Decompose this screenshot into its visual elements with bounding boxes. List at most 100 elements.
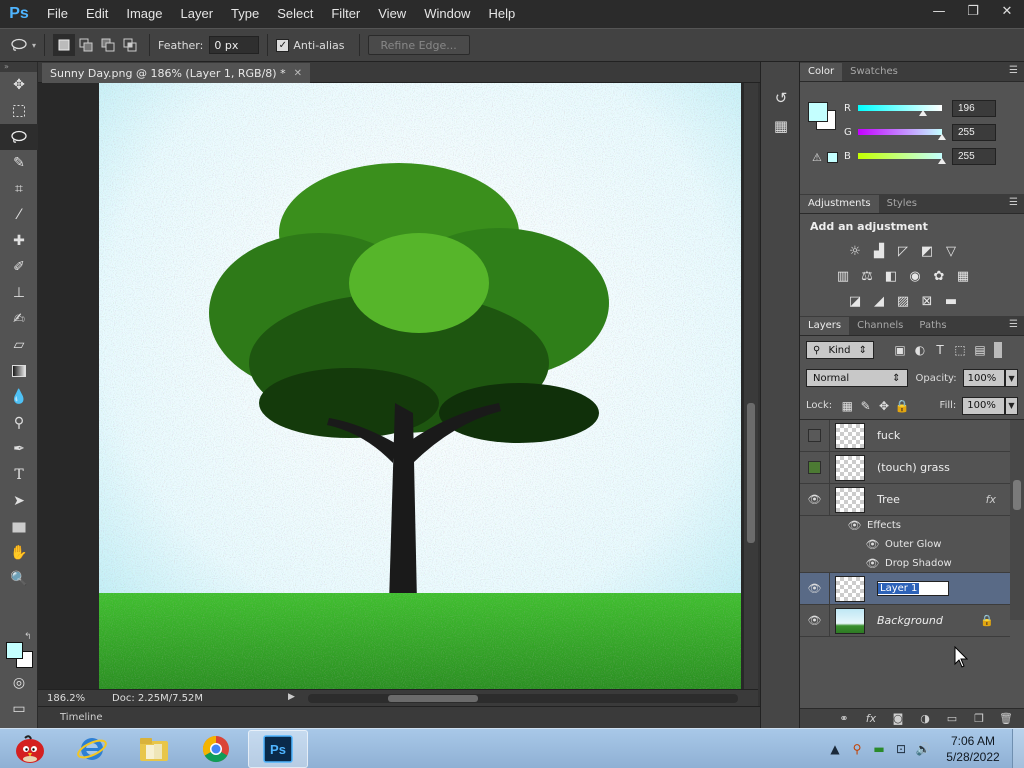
toolbox-grip[interactable]: » xyxy=(0,62,37,72)
green-slider[interactable] xyxy=(858,129,946,140)
layers-scroll-thumb[interactable] xyxy=(1013,480,1021,510)
menu-select[interactable]: Select xyxy=(268,0,322,28)
healing-brush-tool-icon[interactable]: ✚ xyxy=(0,228,38,254)
hidden-visibility-box[interactable] xyxy=(808,461,821,474)
effects-row[interactable]: 👁 Effects xyxy=(800,516,1010,535)
layers-scrollbar[interactable] xyxy=(1010,420,1024,620)
add-mask-icon[interactable]: ◙ xyxy=(888,711,908,727)
visibility-toggle[interactable]: 👁 xyxy=(800,604,830,637)
history-panel-icon[interactable]: ↺ xyxy=(761,84,801,112)
taskbar-app-angry-birds[interactable] xyxy=(0,730,60,768)
lock-position-icon[interactable]: ✥ xyxy=(875,397,893,415)
restore-button[interactable]: ❐ xyxy=(956,0,990,22)
fill-input[interactable]: 100% xyxy=(962,396,1005,415)
close-button[interactable]: ✕ xyxy=(990,0,1024,22)
type-tool-icon[interactable]: T xyxy=(0,462,38,488)
add-style-icon[interactable]: fx xyxy=(861,711,881,727)
monitor-icon[interactable]: ▬ xyxy=(868,739,890,759)
green-value-input[interactable] xyxy=(952,123,996,141)
hidden-visibility-box[interactable] xyxy=(808,429,821,442)
red-value-input[interactable] xyxy=(952,99,996,117)
feather-input[interactable] xyxy=(209,36,260,54)
filter-shape-icon[interactable]: ⬚ xyxy=(950,341,970,359)
path-selection-tool-icon[interactable]: ➤ xyxy=(0,488,38,514)
lock-transparent-icon[interactable]: ▦ xyxy=(838,397,856,415)
timeline-tab[interactable]: Timeline xyxy=(60,712,103,723)
trash-icon[interactable]: 🗑 xyxy=(996,711,1016,727)
foreground-color-swatch[interactable] xyxy=(6,642,23,659)
panel-menu-icon[interactable]: ☰ xyxy=(1009,197,1018,208)
eraser-tool-icon[interactable]: ▱ xyxy=(0,332,38,358)
layer-effects-icon[interactable]: fx xyxy=(986,493,996,506)
tab-swatches[interactable]: Swatches xyxy=(842,63,906,81)
tab-color[interactable]: Color xyxy=(800,63,843,81)
posterize-icon[interactable]: ◢ xyxy=(870,293,888,311)
canvas-artwork[interactable] xyxy=(99,83,741,689)
zoom-tool-icon[interactable]: 🔍 xyxy=(0,566,38,592)
volume-icon[interactable]: 🔊 xyxy=(912,739,934,759)
search-tray-icon[interactable]: ⚲ xyxy=(846,739,868,759)
vibrance-icon[interactable]: ▽ xyxy=(942,243,960,261)
screen-mode-icon[interactable]: ▭ xyxy=(0,696,38,722)
intersect-selection-icon[interactable] xyxy=(119,34,141,56)
blue-value-input[interactable] xyxy=(952,147,996,165)
eye-icon[interactable]: 👁 xyxy=(808,614,822,627)
crop-tool-icon[interactable]: ⌗ xyxy=(0,176,38,202)
fill-chevron-icon[interactable]: ▼ xyxy=(1004,396,1018,415)
document-tab[interactable]: Sunny Day.png @ 186% (Layer 1, RGB/8) * … xyxy=(42,63,310,83)
filter-smart-object-icon[interactable]: ▤ xyxy=(970,341,990,359)
new-adjustment-icon[interactable]: ◑ xyxy=(915,711,935,727)
marquee-tool-icon[interactable] xyxy=(0,98,38,124)
new-selection-icon[interactable] xyxy=(53,34,76,56)
lasso-preset-icon[interactable] xyxy=(8,34,30,56)
hand-tool-icon[interactable]: ✋ xyxy=(0,540,38,566)
lock-all-icon[interactable]: 🔒 xyxy=(893,397,911,415)
chevron-down-icon[interactable]: ▾ xyxy=(32,41,36,50)
layer-row-background[interactable]: 👁 Background 🔒 xyxy=(800,604,1010,637)
color-lookup-icon[interactable]: ▦ xyxy=(954,268,972,286)
layer-rename-input[interactable]: Layer 1 xyxy=(877,581,949,596)
blue-slider-caret[interactable] xyxy=(938,158,946,164)
eye-icon[interactable]: 👁 xyxy=(866,557,880,570)
menu-layer[interactable]: Layer xyxy=(172,0,223,28)
threshold-icon[interactable]: ▨ xyxy=(894,293,912,311)
gamut-warning-icon[interactable]: ⚠ xyxy=(812,151,822,164)
history-brush-tool-icon[interactable]: ✍ xyxy=(0,306,38,332)
add-to-selection-icon[interactable] xyxy=(75,34,97,56)
eye-icon[interactable]: 👁 xyxy=(848,519,862,532)
document-info[interactable]: Doc: 2.25M/7.52M xyxy=(94,693,274,704)
layer-row-fuck[interactable]: fuck xyxy=(800,419,1010,452)
menu-image[interactable]: Image xyxy=(117,0,171,28)
opacity-input[interactable]: 100% xyxy=(962,369,1006,387)
menu-edit[interactable]: Edit xyxy=(77,0,117,28)
websafe-swatch[interactable] xyxy=(827,152,838,163)
clone-stamp-tool-icon[interactable]: ⊥ xyxy=(0,280,38,306)
menu-help[interactable]: Help xyxy=(479,0,524,28)
rectangle-tool-icon[interactable] xyxy=(0,514,38,540)
show-desktop-button[interactable] xyxy=(1012,729,1024,768)
visibility-toggle[interactable] xyxy=(800,419,830,452)
panel-menu-icon[interactable]: ☰ xyxy=(1009,319,1018,330)
horizontal-scroll-thumb[interactable] xyxy=(388,695,478,702)
vertical-scrollbar[interactable] xyxy=(744,83,758,689)
minimize-button[interactable]: — xyxy=(922,0,956,22)
lasso-tool-icon[interactable] xyxy=(0,124,38,150)
new-group-icon[interactable]: ▭ xyxy=(942,711,962,727)
exposure-icon[interactable]: ◩ xyxy=(918,243,936,261)
green-slider-caret[interactable] xyxy=(938,134,946,140)
layer-row-tree[interactable]: 👁 Tree fx xyxy=(800,483,1010,516)
gradient-map-icon[interactable]: ▬ xyxy=(942,293,960,311)
menu-file[interactable]: File xyxy=(38,0,77,28)
eye-icon[interactable]: 👁 xyxy=(808,493,822,506)
brush-tool-icon[interactable]: ✐ xyxy=(0,254,38,280)
filter-type-icon[interactable]: T xyxy=(930,341,950,359)
eyedropper-tool-icon[interactable]: ⁄ xyxy=(0,202,38,228)
blend-mode-dropdown[interactable]: Normal ⇕ xyxy=(806,369,908,387)
red-slider[interactable] xyxy=(858,105,942,116)
canvas-area[interactable] xyxy=(38,83,744,689)
effect-outer-glow[interactable]: 👁 Outer Glow xyxy=(800,535,1010,554)
visibility-toggle[interactable]: 👁 xyxy=(800,483,830,516)
curves-icon[interactable]: ◸ xyxy=(894,243,912,261)
clock[interactable]: 7:06 AM 5/28/2022 xyxy=(934,733,1012,765)
network-icon[interactable]: ⊡ xyxy=(890,739,912,759)
